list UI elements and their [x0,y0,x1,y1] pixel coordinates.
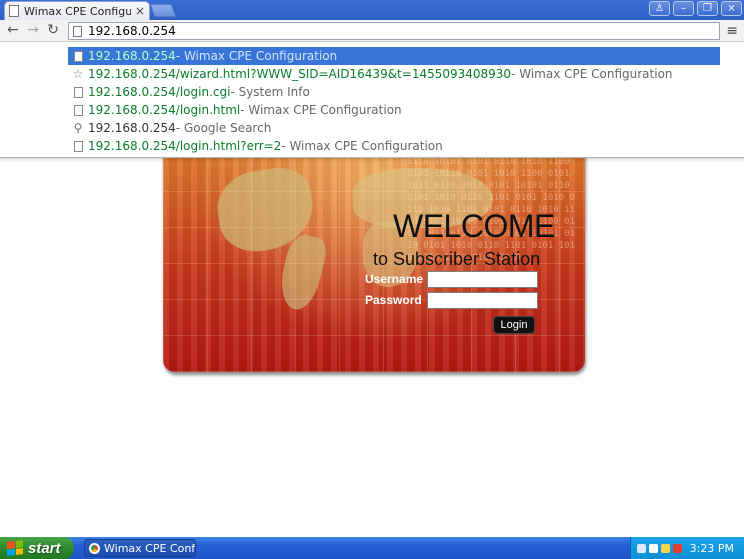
page-icon [72,50,84,62]
new-tab-button[interactable] [149,4,177,17]
network-icon[interactable] [637,543,646,553]
taskbar-item-browser[interactable]: Wimax CPE Confi... [84,539,196,557]
page-icon [72,104,84,116]
suggestion-item[interactable]: 192.168.0.254/login.html - Wimax CPE Con… [68,101,720,119]
menu-icon[interactable]: ≡ [726,23,738,39]
password-label: Password [365,293,422,307]
browser-toolbar: ← → ↻ ≡ [0,20,744,42]
suggestion-item[interactable]: 192.168.0.254 - Wimax CPE Configuration [68,47,720,65]
taskbar-clock: 3:23 PM [689,541,734,555]
folder-icon[interactable] [661,543,670,553]
windows-flag-icon [7,540,23,556]
username-input[interactable] [427,271,538,288]
back-icon[interactable]: ← [4,22,22,38]
welcome-subtitle: to Subscriber Station [373,249,541,269]
minimize-button[interactable]: – [673,1,694,16]
login-panel: 0110 10101 0101 0110 1010 1100 0101 1011… [163,150,585,372]
page-icon [72,140,84,152]
password-input[interactable] [427,292,538,309]
browser-tab[interactable]: Wimax CPE Configuration × [4,1,150,20]
star-icon: ☆ [72,67,84,81]
forward-icon[interactable]: → [24,22,42,38]
search-icon: ⚲ [73,121,83,135]
address-bar[interactable] [68,22,720,40]
maximize-button[interactable]: ❐ [697,1,718,16]
page-icon [73,25,82,37]
start-label: start [28,539,61,557]
browser-title-bar: Wimax CPE Configuration × ♙ – ❐ × [0,0,744,20]
suggestion-item[interactable]: 192.168.0.254/login.html?err=2 - Wimax C… [68,137,720,155]
system-tray: 3:23 PM [630,537,744,559]
suggestion-item[interactable]: ⚲ 192.168.0.254 - Google Search [68,119,720,137]
taskbar-item-label: Wimax CPE Confi... [104,541,195,555]
suggestion-item[interactable]: ☆ 192.168.0.254/wizard.html?WWW_SID=AID1… [68,65,720,83]
tab-close-icon[interactable]: × [135,4,145,18]
suggestion-item[interactable]: 192.168.0.254/login.cgi - System Info [68,83,720,101]
address-input[interactable] [88,24,688,38]
login-button[interactable]: Login [493,316,535,334]
close-button[interactable]: × [721,1,742,16]
tab-title: Wimax CPE Configuration [24,4,131,18]
welcome-heading: WELCOME [393,208,555,244]
start-button[interactable]: start [0,537,74,559]
taskbar: start Wimax CPE Confi... 3:23 PM [0,537,744,559]
window-controls: ♙ – ❐ × [649,1,742,16]
page-icon [9,5,19,17]
username-label: Username [365,272,424,286]
omnibox-suggestions: 192.168.0.254 - Wimax CPE Configuration … [0,43,744,158]
shield-icon[interactable] [673,543,682,553]
reload-icon[interactable]: ↻ [44,22,62,38]
chrome-icon [89,542,100,554]
page-icon [72,86,84,98]
user-icon[interactable]: ♙ [649,1,670,16]
mail-icon[interactable] [649,543,658,553]
